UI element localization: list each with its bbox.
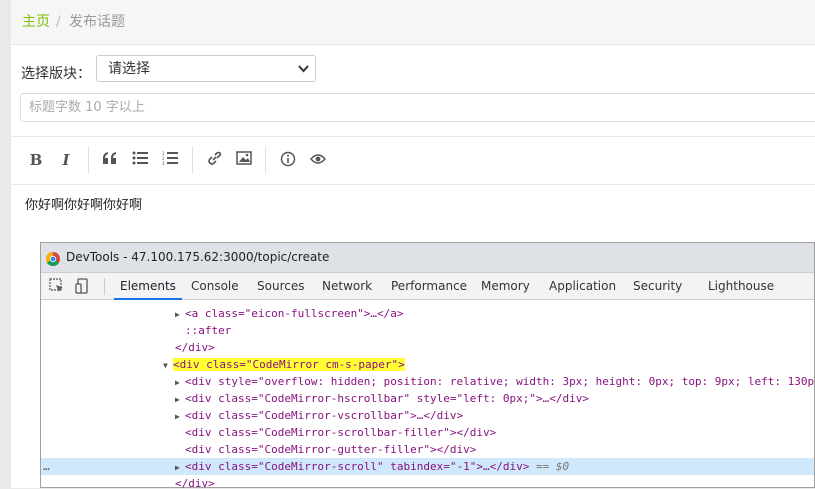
dom-node-line-selected[interactable]: … ▶ <div class="CodeMirror-scroll" tabind… (41, 458, 814, 475)
dom-node-line[interactable]: <div class="CodeMirror-scrollbar-filler"… (41, 424, 814, 441)
board-select-value: 请选择 (108, 61, 150, 77)
dom-node-line[interactable]: ▶ <div style="overflow: hidden; position:… (41, 373, 814, 390)
inspect-element-icon[interactable] (49, 278, 65, 294)
dom-node-text: <div class="CodeMirror-scroll" tabindex=… (185, 460, 530, 473)
toolbar-divider (192, 147, 193, 173)
devtools-title: DevTools - 47.100.175.62:3000/topic/crea… (66, 250, 330, 264)
editor-toolbar: B I 123 (11, 136, 815, 185)
elements-tree: ▶ <a class="eicon-fullscreen">…</a> ::aft… (41, 300, 814, 489)
chrome-logo-icon (46, 251, 60, 266)
dom-node-text-highlighted: <div class="CodeMirror cm-s-paper"> (173, 358, 405, 371)
editor-content[interactable]: 你好啊你好啊你好啊 (25, 194, 142, 213)
dom-node-line[interactable]: <div class="CodeMirror-gutter-filler"></… (41, 441, 814, 458)
devtools-window: DevTools - 47.100.175.62:3000/topic/crea… (40, 242, 815, 489)
info-icon[interactable] (279, 151, 297, 171)
toolbar-divider (88, 147, 89, 173)
tab-network[interactable]: Network (316, 273, 378, 300)
devtools-tabbar: Elements Console Sources Network Perform… (41, 273, 814, 300)
board-label: 选择版块： (21, 66, 91, 82)
more-options-icon[interactable]: … (43, 458, 50, 475)
expand-triangle-icon[interactable]: ▶ (175, 459, 185, 476)
chevron-down-icon (298, 56, 309, 83)
dom-node-text: <div class="CodeMirror-vscrollbar">…</di… (185, 409, 464, 422)
dom-node-line[interactable]: ▶ <a class="eicon-fullscreen">…</a> (41, 305, 814, 322)
dom-node-line[interactable]: ::after (41, 322, 814, 339)
dom-node-text: ::after (185, 324, 232, 337)
tabbar-divider (104, 278, 105, 295)
italic-icon[interactable]: I (57, 151, 75, 169)
dom-node-line[interactable]: </div> (41, 475, 814, 489)
device-toolbar-icon[interactable] (75, 278, 91, 294)
dom-node-text: </div> (175, 341, 215, 354)
tab-performance[interactable]: Performance (385, 273, 473, 300)
breadcrumb: 主页 / 发布话题 (11, 0, 815, 45)
tab-elements[interactable]: Elements (114, 273, 182, 300)
preview-eye-icon[interactable] (309, 151, 327, 169)
collapse-triangle-icon[interactable]: ▼ (163, 357, 173, 374)
tab-memory[interactable]: Memory (475, 273, 536, 300)
dom-node-text: <div style="overflow: hidden; position: … (185, 375, 814, 388)
quote-icon[interactable] (101, 151, 119, 169)
board-select[interactable]: 请选择 (96, 55, 316, 82)
breadcrumb-current: 发布话题 (69, 14, 125, 30)
dom-node-line[interactable]: ▼ <div class="CodeMirror cm-s-paper"> (41, 356, 814, 373)
devtools-titlebar: DevTools - 47.100.175.62:3000/topic/crea… (41, 243, 814, 273)
title-input[interactable]: 标题字数 10 字以上 (20, 93, 815, 122)
toolbar-divider (265, 147, 266, 173)
dom-node-text: </div> (175, 477, 215, 489)
link-icon[interactable] (205, 151, 223, 171)
tab-sources[interactable]: Sources (251, 273, 310, 300)
dom-node-text: <div class="CodeMirror-hscrollbar" style… (185, 392, 589, 405)
dom-node-text: <div class="CodeMirror-gutter-filler"></… (185, 443, 477, 456)
expand-triangle-icon[interactable]: ▶ (175, 374, 185, 391)
dom-node-text: <div class="CodeMirror-scrollbar-filler"… (185, 426, 497, 439)
expand-triangle-icon[interactable]: ▶ (175, 391, 185, 408)
expand-triangle-icon[interactable]: ▶ (175, 408, 185, 425)
dom-node-text: <a class="eicon-fullscreen">…</a> (185, 307, 404, 320)
tab-application[interactable]: Application (543, 273, 622, 300)
ordered-list-icon[interactable]: 123 (161, 151, 179, 169)
svg-text:3: 3 (162, 161, 165, 165)
dom-node-line[interactable]: </div> (41, 339, 814, 356)
tab-lighthouse[interactable]: Lighthouse (702, 273, 780, 300)
selected-node-marker: == $0 (536, 460, 570, 473)
tab-security[interactable]: Security (627, 273, 688, 300)
image-icon[interactable] (235, 151, 253, 169)
tab-console[interactable]: Console (185, 273, 245, 300)
dom-node-line[interactable]: ▶ <div class="CodeMirror-vscrollbar">…</d… (41, 407, 814, 424)
breadcrumb-separator: / (56, 14, 61, 30)
expand-triangle-icon[interactable]: ▶ (175, 306, 185, 323)
bold-icon[interactable]: B (27, 151, 45, 169)
dom-node-line[interactable]: ▶ <div class="CodeMirror-hscrollbar" styl… (41, 390, 814, 407)
breadcrumb-home-link[interactable]: 主页 (22, 0, 50, 44)
unordered-list-icon[interactable] (131, 151, 149, 169)
